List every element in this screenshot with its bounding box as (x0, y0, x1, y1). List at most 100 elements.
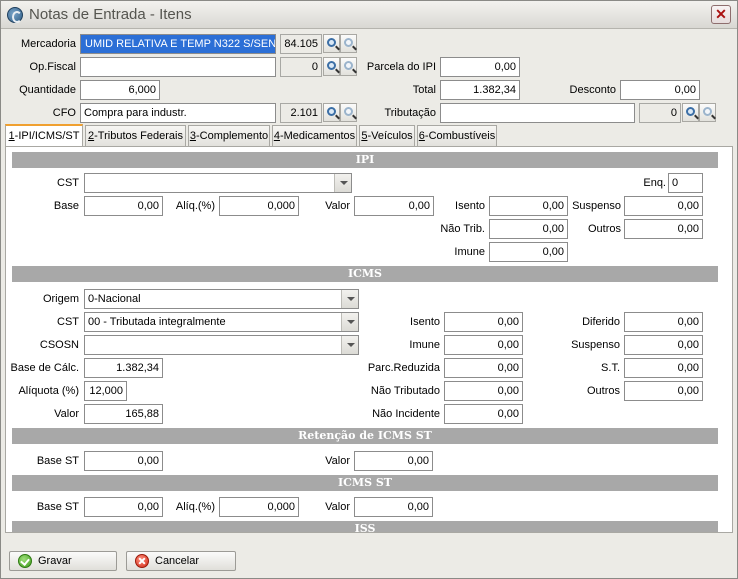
icms-suspenso-field[interactable]: 0,00 (624, 335, 703, 355)
icms-suspenso-label: Suspenso (571, 339, 620, 351)
magnifier-icon (703, 107, 712, 116)
ipi-naotrib-label: Não Trib. (440, 223, 485, 235)
icms-valor-field[interactable]: 165,88 (84, 404, 163, 424)
ipi-valor-label: Valor (325, 200, 350, 212)
ipi-suspenso-field[interactable]: 0,00 (624, 196, 703, 216)
ipi-outros-label: Outros (587, 223, 621, 235)
ipi-imune-field[interactable]: 0,00 (489, 242, 568, 262)
window-title: Notas de Entrada - Itens (29, 6, 192, 23)
icms-isento-field[interactable]: 0,00 (444, 312, 523, 332)
ipi-aliq-label: Alíq.(%) (175, 200, 215, 212)
icms-imune-field[interactable]: 0,00 (444, 335, 523, 355)
icms-aliquota-label: Alíquota (%) (18, 385, 79, 397)
icms-outros-field[interactable]: 0,00 (624, 381, 703, 401)
opfiscal-code-field: 0 (280, 57, 322, 77)
icms-naoinc-label: Não Incidente (372, 408, 440, 420)
parcela-ipi-field[interactable]: 0,00 (440, 57, 520, 77)
ipi-isento-label: Isento (455, 200, 485, 212)
icmsst-aliq-label: Alíq.(%) (175, 501, 215, 513)
opfiscal-search-button[interactable] (323, 57, 340, 76)
magnifier-icon (344, 38, 353, 47)
magnifier-icon (344, 107, 353, 116)
tab-medicamentos[interactable]: 4-Medicamentos (272, 125, 357, 146)
opfiscal-field[interactable] (80, 57, 276, 77)
tab-combustiveis[interactable]: 6-Combustíveis (417, 125, 497, 146)
quantidade-field[interactable]: 6,000 (80, 80, 160, 100)
icms-st-label: S.T. (601, 362, 620, 374)
icmsst-valor-label: Valor (325, 501, 350, 513)
cfo-field[interactable]: Compra para industr. (80, 103, 276, 123)
icms-csosn-select[interactable] (84, 335, 359, 355)
magnifier-icon (327, 38, 336, 47)
retencao-basest-label: Base ST (36, 455, 79, 467)
mercadoria-search-button[interactable] (323, 34, 340, 53)
gravar-button[interactable]: Gravar (9, 551, 117, 571)
icms-cst-label: CST (57, 316, 79, 328)
section-ipi-header: IPI (12, 152, 718, 168)
tributacao-code-field: 0 (639, 103, 681, 123)
ipi-imune-label: Imune (454, 246, 485, 258)
retencao-valor-field[interactable]: 0,00 (354, 451, 433, 471)
ipi-aliq-field[interactable]: 0,000 (219, 196, 299, 216)
icmsst-basest-label: Base ST (36, 501, 79, 513)
cfo-label: CFO (52, 107, 76, 119)
tab-veiculos[interactable]: 5-Veículos (359, 125, 415, 146)
ipi-naotrib-field[interactable]: 0,00 (489, 219, 568, 239)
tributacao-search-button[interactable] (682, 103, 699, 122)
ipi-valor-field[interactable]: 0,00 (354, 196, 434, 216)
app-logo-icon (7, 7, 23, 23)
icmsst-aliq-field[interactable]: 0,000 (219, 497, 299, 517)
ipi-base-field[interactable]: 0,00 (84, 196, 163, 216)
tab-tributos-federais[interactable]: 2-Tributos Federais (85, 125, 186, 146)
icms-diferido-field[interactable]: 0,00 (624, 312, 703, 332)
magnifier-icon (686, 107, 695, 116)
icms-cst-select[interactable]: 00 - Tributada integralmente (84, 312, 359, 332)
icms-basecalc-field[interactable]: 1.382,34 (84, 358, 163, 378)
retencao-basest-field[interactable]: 0,00 (84, 451, 163, 471)
tributacao-field[interactable] (440, 103, 635, 123)
cancelar-button[interactable]: Cancelar (126, 551, 236, 571)
icms-imune-label: Imune (409, 339, 440, 351)
icms-naotrib-field[interactable]: 0,00 (444, 381, 523, 401)
icms-origem-select[interactable]: 0-Nacional (84, 289, 359, 309)
ipi-cst-select[interactable] (84, 173, 352, 193)
icms-parcred-field[interactable]: 0,00 (444, 358, 523, 378)
icms-aliquota-field[interactable]: 12,000 (84, 381, 127, 401)
mercadoria-search-alt-button[interactable] (340, 34, 357, 53)
cancelar-label: Cancelar (155, 555, 200, 567)
tab-panel: IPI CST Enq. 0 Base 0,00 Alíq.(%) 0,000 … (5, 146, 733, 533)
retencao-valor-label: Valor (325, 455, 350, 467)
ipi-outros-field[interactable]: 0,00 (624, 219, 703, 239)
desconto-field[interactable]: 0,00 (620, 80, 700, 100)
icms-naoinc-field[interactable]: 0,00 (444, 404, 523, 424)
icmsst-basest-field[interactable]: 0,00 (84, 497, 163, 517)
section-retencao-header: Retenção de ICMS ST (12, 428, 718, 444)
tab-ipi-icms-st[interactable]: 1-IPI/ICMS/ST (5, 124, 83, 147)
section-icmsst-header: ICMS ST (12, 475, 718, 491)
mercadoria-field[interactable]: UMID RELATIVA E TEMP N322 S/SENSOR (80, 34, 276, 54)
gravar-label: Gravar (38, 555, 72, 567)
red-x-icon (135, 554, 149, 568)
section-icms-header: ICMS (12, 266, 718, 282)
ipi-enq-field[interactable]: 0 (668, 173, 703, 193)
ipi-isento-field[interactable]: 0,00 (489, 196, 568, 216)
cfo-search-alt-button[interactable] (340, 103, 357, 122)
cfo-search-button[interactable] (323, 103, 340, 122)
close-button[interactable]: ✕ (711, 5, 731, 24)
icmsst-valor-field[interactable]: 0,00 (354, 497, 433, 517)
dialog-window: Notas de Entrada - Itens ✕ Mercadoria UM… (0, 0, 738, 579)
chevron-down-icon (341, 290, 358, 308)
icms-parcred-label: Parc.Reduzida (367, 362, 440, 374)
parcela-ipi-label: Parcela do IPI (366, 61, 436, 73)
mercadoria-code-field: 84.105 (280, 34, 322, 54)
icms-basecalc-label: Base de Cálc. (10, 362, 79, 374)
opfiscal-search-alt-button[interactable] (340, 57, 357, 76)
tributacao-search-alt-button[interactable] (699, 103, 716, 122)
opfiscal-label: Op.Fiscal (29, 61, 76, 73)
ipi-enq-label: Enq. (643, 177, 666, 189)
icms-st-field[interactable]: 0,00 (624, 358, 703, 378)
tab-complemento[interactable]: 3-Complemento (188, 125, 270, 146)
total-field[interactable]: 1.382,34 (440, 80, 520, 100)
icms-diferido-label: Diferido (582, 316, 620, 328)
magnifier-icon (344, 61, 353, 70)
